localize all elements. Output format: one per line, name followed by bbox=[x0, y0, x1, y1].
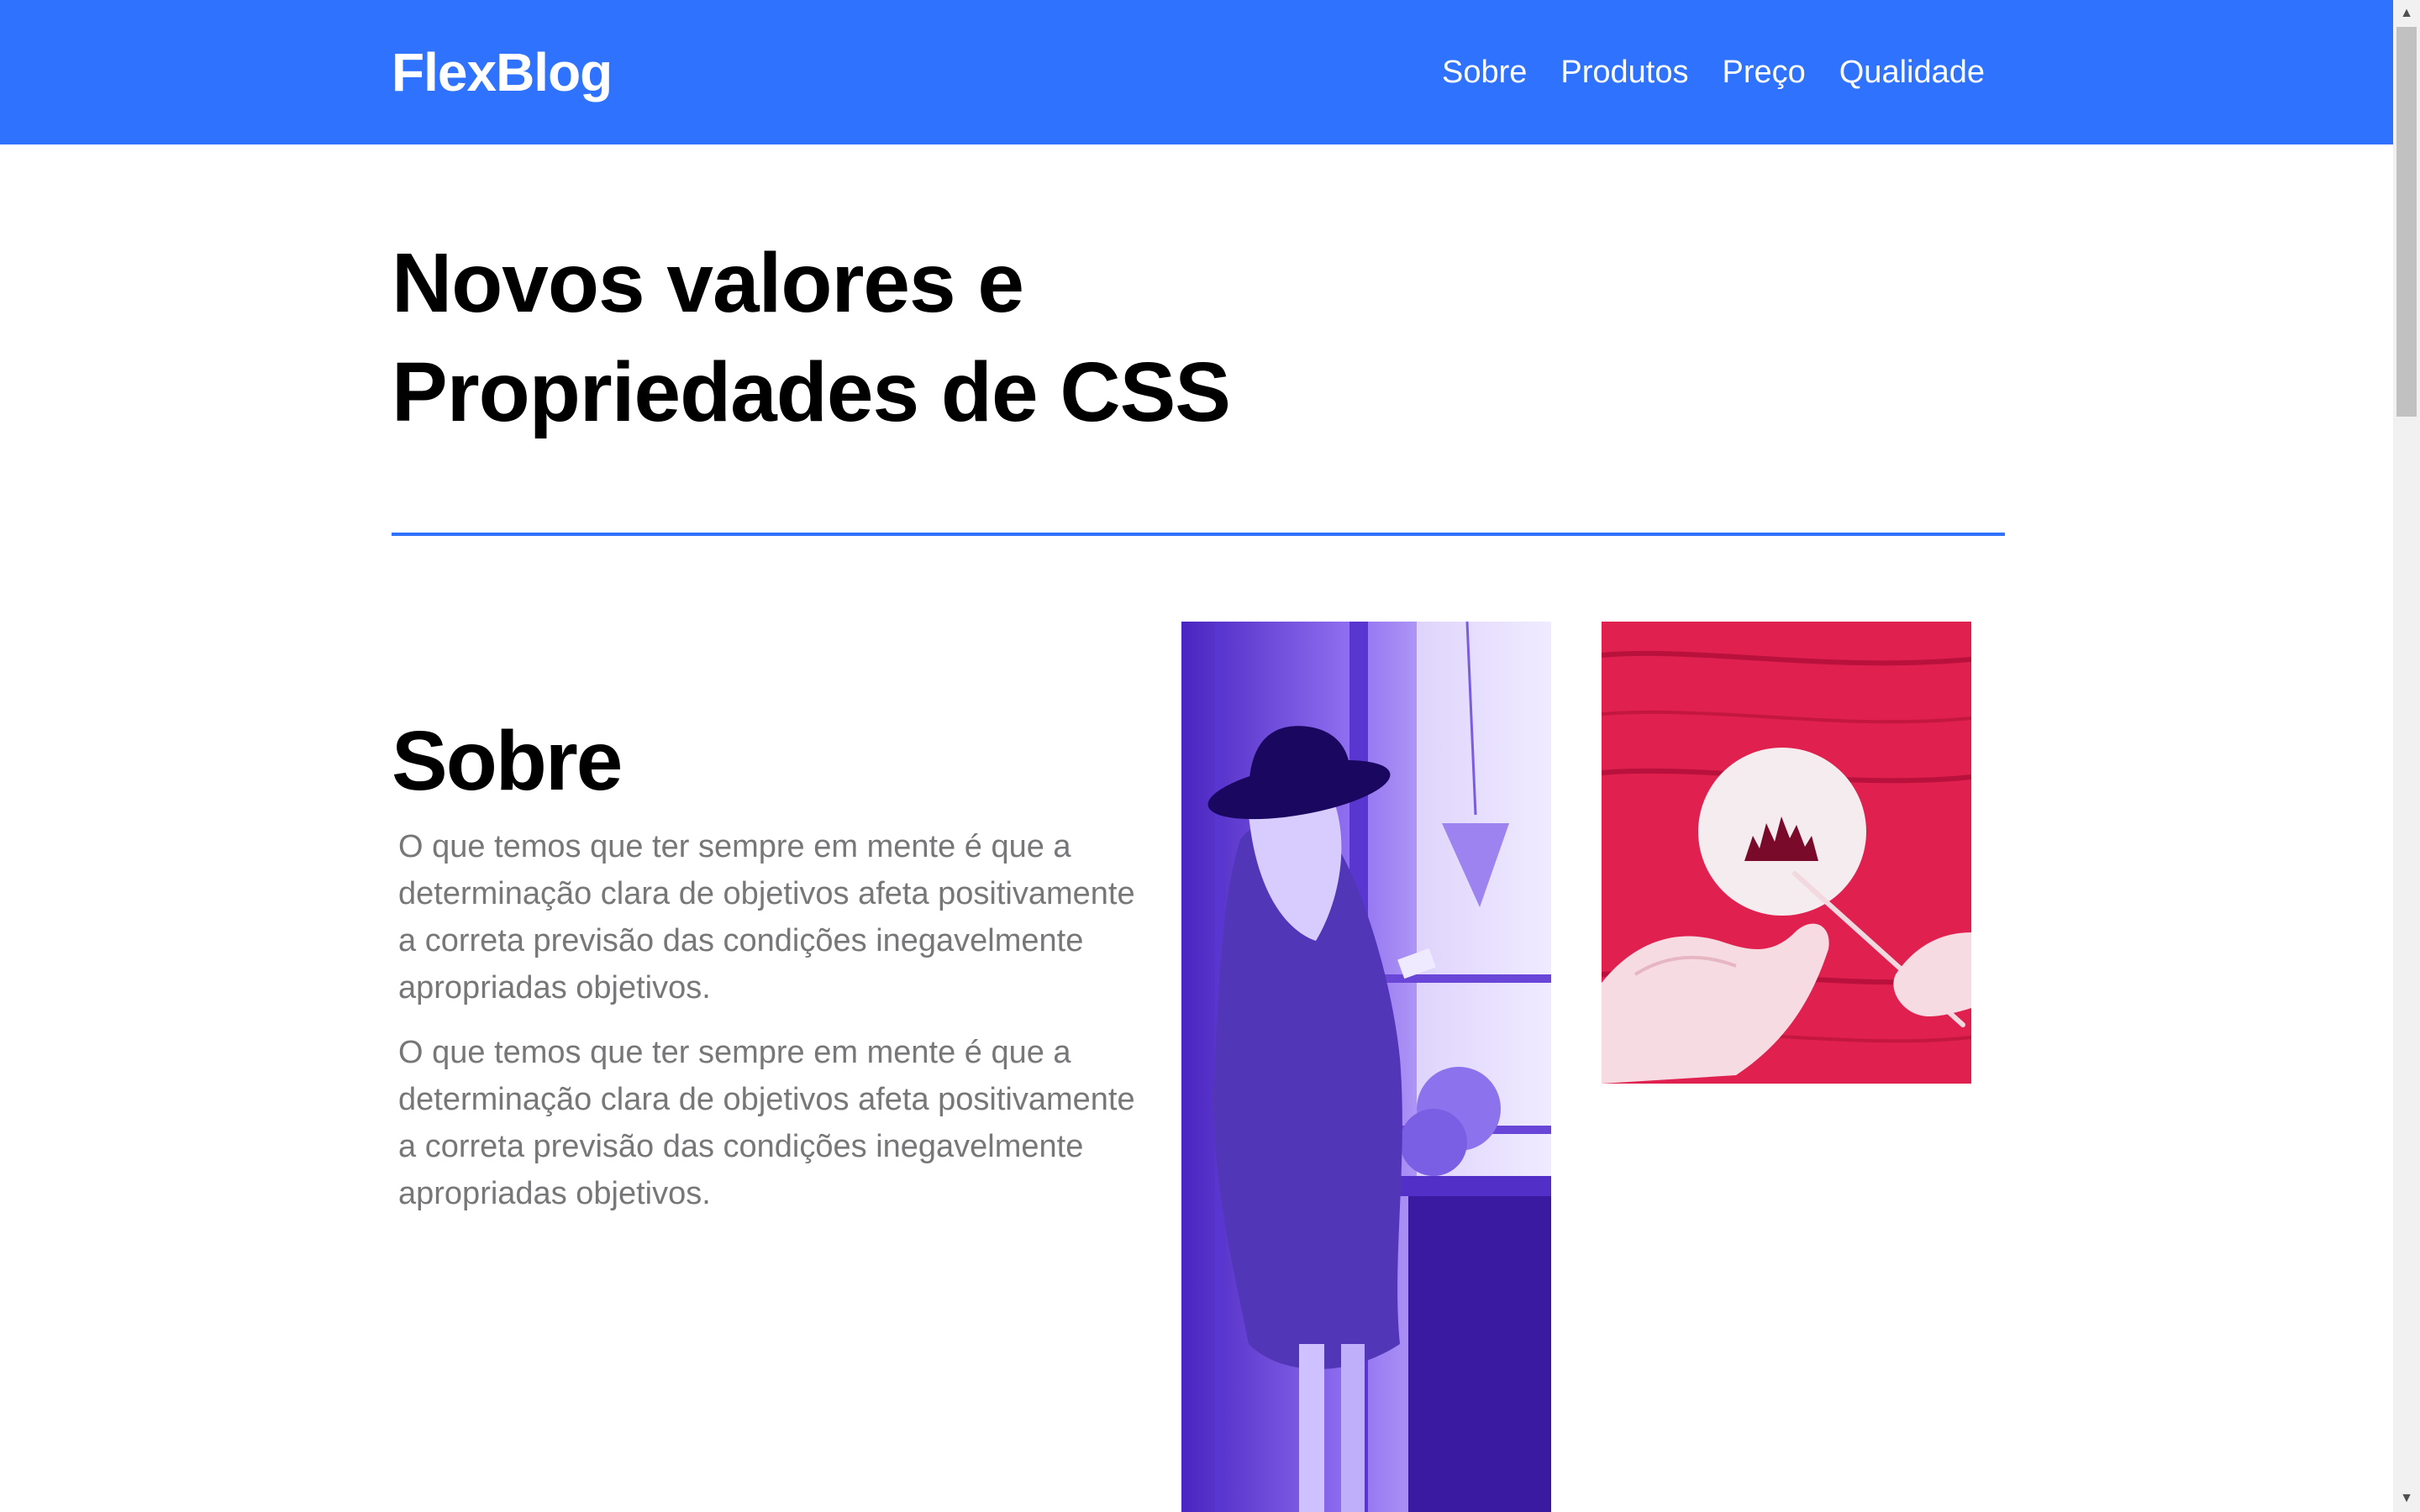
brand-logo[interactable]: FlexBlog bbox=[392, 37, 613, 108]
about-paragraph-2: O que temos que ter sempre em mente é qu… bbox=[398, 1035, 1135, 1211]
headline-line-1: Novos valores e bbox=[392, 236, 1024, 330]
top-navbar: FlexBlog Sobre Produtos Preço Qualidade bbox=[0, 0, 2393, 144]
nav-link-sobre[interactable]: Sobre bbox=[1442, 47, 1527, 97]
scroll-up-arrow-icon[interactable]: ▲ bbox=[2393, 0, 2420, 27]
headline-line-2: Propriedades de CSS bbox=[392, 345, 1231, 439]
about-paragraph-1: O que temos que ter sempre em mente é qu… bbox=[398, 829, 1135, 1005]
page-headline: Novos valores e Propriedades de CSS bbox=[392, 228, 1568, 447]
scroll-down-arrow-icon[interactable]: ▼ bbox=[2393, 1485, 2420, 1512]
about-title: Sobre bbox=[392, 714, 623, 808]
painting-hands-photo bbox=[1602, 622, 1971, 1084]
vertical-scrollbar[interactable]: ▲ ▼ bbox=[2393, 0, 2420, 1512]
scrollbar-thumb[interactable] bbox=[2396, 27, 2417, 417]
woman-with-hat-photo bbox=[1181, 622, 1551, 1512]
nav-link-produtos[interactable]: Produtos bbox=[1560, 47, 1688, 97]
page: FlexBlog Sobre Produtos Preço Qualidade … bbox=[0, 0, 2420, 1512]
main-nav: Sobre Produtos Preço Qualidade bbox=[1442, 47, 1985, 97]
painting-hands-illustration bbox=[1602, 622, 1971, 1084]
section-divider bbox=[392, 533, 2005, 536]
nav-link-qualidade[interactable]: Qualidade bbox=[1839, 47, 1985, 97]
nav-link-preco[interactable]: Preço bbox=[1722, 47, 1805, 97]
woman-with-hat-illustration bbox=[1181, 622, 1551, 1512]
